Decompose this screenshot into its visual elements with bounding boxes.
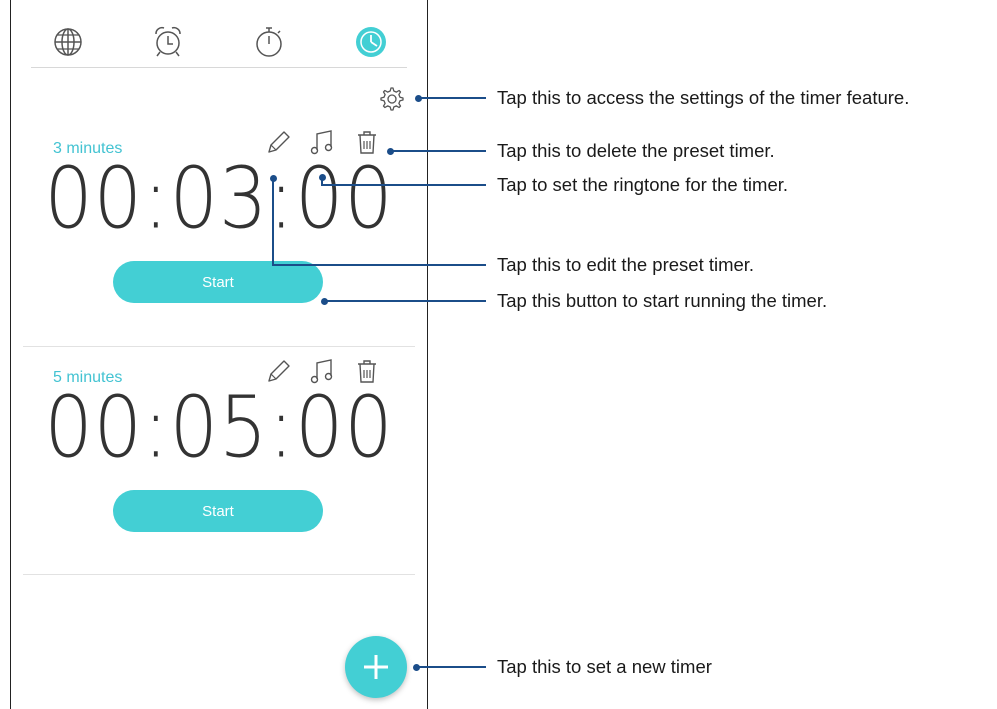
add-timer-button[interactable] [345, 636, 407, 698]
callout-edit: Tap this to edit the preset timer. [497, 254, 755, 275]
start-button[interactable]: Start [113, 261, 323, 303]
start-button[interactable]: Start [113, 490, 323, 532]
world-clock-icon [54, 28, 82, 56]
stopwatch-icon [256, 27, 282, 57]
plus-icon [364, 655, 388, 679]
callout-line [418, 97, 486, 99]
timer-display: 00:03:00 [44, 148, 394, 248]
gear-icon [380, 87, 404, 111]
callout-line [390, 150, 486, 152]
callout-line [324, 300, 486, 302]
tab-stopwatch[interactable] [249, 22, 289, 62]
tab-divider [31, 67, 407, 68]
callout-new-timer: Tap this to set a new timer [497, 656, 712, 677]
timer-card: 3 minutes 00:03:00 Start [11, 118, 427, 348]
callout-line [272, 264, 486, 266]
alarm-icon [155, 26, 181, 57]
tab-alarm[interactable] [148, 22, 188, 62]
callout-settings: Tap this to access the settings of the t… [497, 87, 910, 108]
callout-line [416, 666, 486, 668]
tab-timer[interactable] [351, 22, 391, 62]
callout-delete: Tap this to delete the preset timer. [497, 140, 775, 161]
timer-display: 00:05:00 [44, 377, 394, 477]
callout-line [321, 184, 486, 186]
callout-start: Tap this button to start running the tim… [497, 290, 828, 311]
card-divider [23, 574, 415, 575]
timer-icon [356, 27, 386, 57]
timer-card: 5 minutes 00:05:00 Start [11, 347, 427, 577]
callout-ringtone: Tap to set the ringtone for the timer. [497, 174, 789, 195]
timer-screen: 3 minutes 00:03:00 Start 5 minutes 00:05… [10, 0, 428, 709]
tab-bar [11, 0, 427, 68]
callout-line [272, 178, 274, 265]
tab-world-clock[interactable] [48, 22, 88, 62]
settings-button[interactable] [376, 84, 406, 114]
